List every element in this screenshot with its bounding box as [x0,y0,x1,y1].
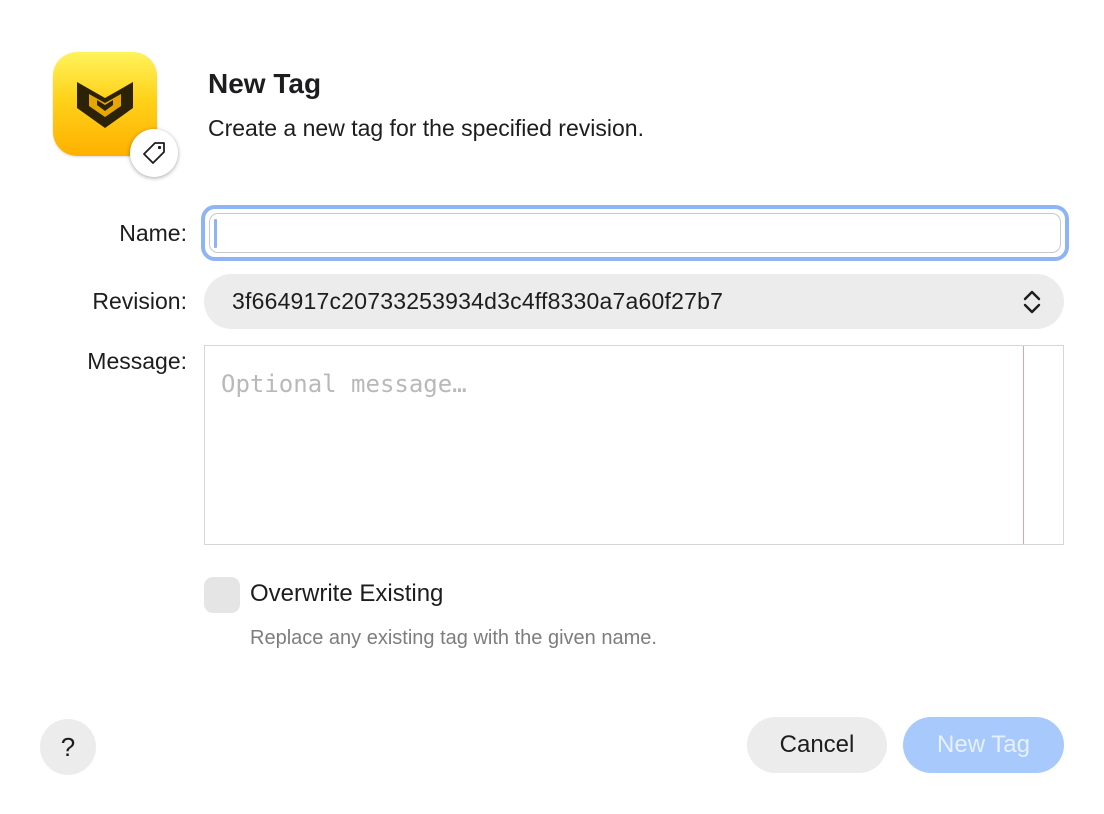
tag-icon [130,129,178,177]
new-tag-dialog: New Tag Create a new tag for the specifi… [0,0,1104,814]
name-focus-ring [201,205,1069,261]
overwrite-help-text: Replace any existing tag with the given … [250,627,657,649]
message-field [204,345,1064,545]
revision-select[interactable]: 3f664917c20733253934d3c4ff8330a7a60f27b7 [204,274,1064,329]
chevron-up-down-icon [1020,288,1044,321]
overwrite-label[interactable]: Overwrite Existing [250,580,443,608]
message-label: Message: [87,348,187,374]
name-input[interactable] [209,213,1061,253]
text-caret [214,219,217,248]
overwrite-checkbox[interactable] [204,577,240,613]
revision-value: 3f664917c20733253934d3c4ff8330a7a60f27b7 [232,288,724,314]
name-label: Name: [119,220,187,246]
new-tag-button[interactable]: New Tag [903,717,1064,773]
message-input[interactable] [205,346,1023,544]
dialog-title: New Tag [208,68,322,99]
margin-guide-line [1023,346,1024,544]
help-button[interactable]: ? [40,719,96,775]
revision-label: Revision: [92,288,187,314]
cancel-button[interactable]: Cancel [747,717,887,773]
help-button-label: ? [60,732,76,762]
dialog-subtitle: Create a new tag for the specified revis… [208,115,644,141]
